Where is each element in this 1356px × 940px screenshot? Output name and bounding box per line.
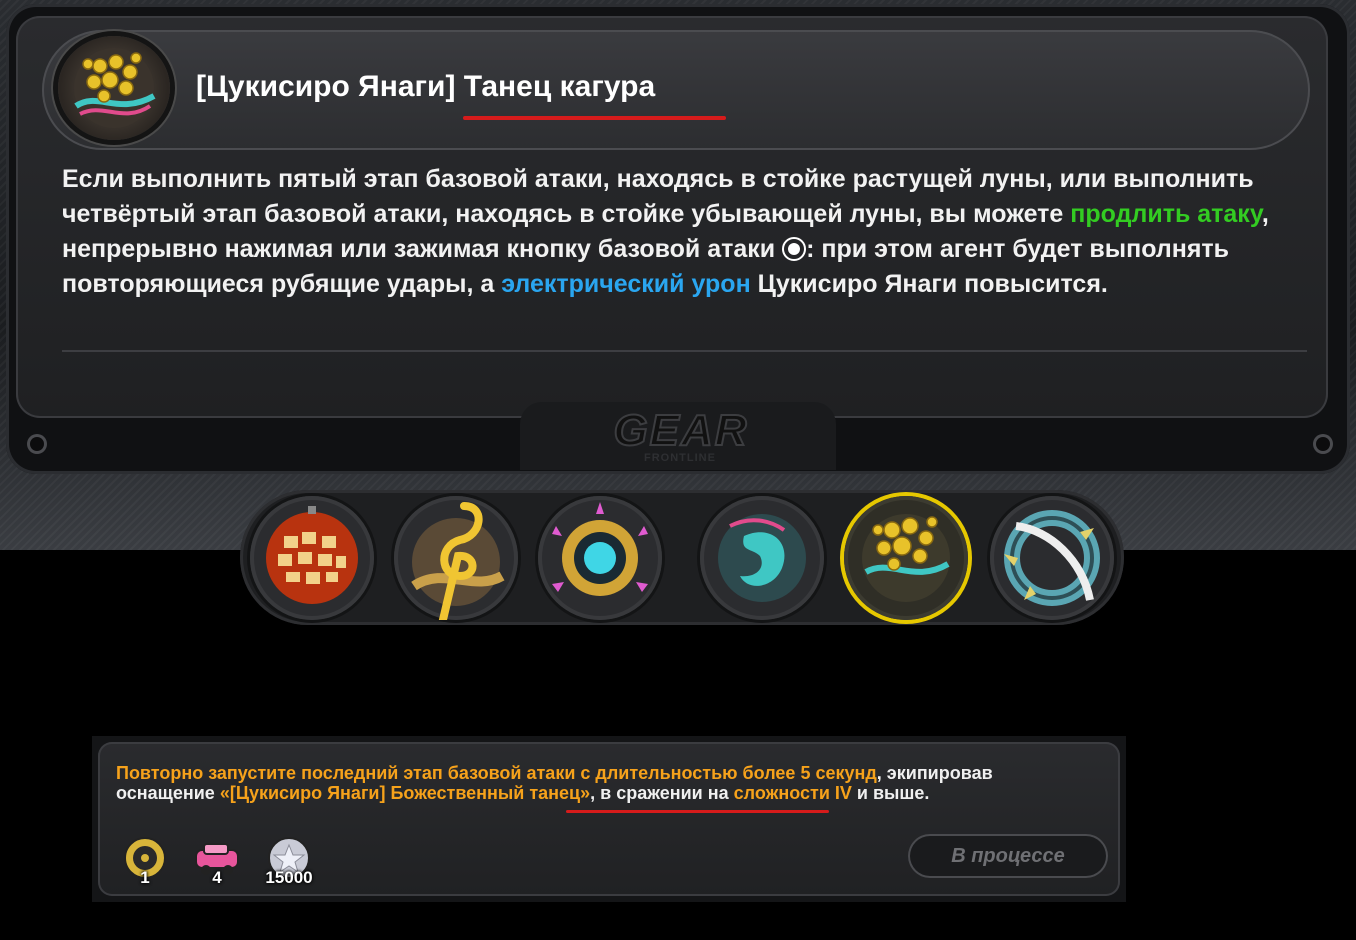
status-label: В процессе bbox=[951, 845, 1065, 867]
gear-logo-sub: FRONTLINE bbox=[644, 452, 716, 464]
golden-ornament-skill-icon bbox=[58, 36, 170, 140]
spiked-ring-icon[interactable] bbox=[990, 496, 1114, 620]
achievement-difficulty: сложности IV bbox=[733, 783, 852, 803]
disco-ball-icon[interactable] bbox=[250, 496, 374, 620]
item-name-underline bbox=[566, 810, 829, 813]
skill-title: [Цукисиро Янаги] Танец кагура bbox=[196, 70, 656, 103]
achievement-text-part: и выше. bbox=[851, 783, 930, 803]
gear-logo: GEAR bbox=[612, 405, 749, 456]
electric-damage-keyword[interactable]: электрический урон bbox=[501, 270, 750, 298]
achievement-item-name: «[Цукисиро Янаги] Божественный танец» bbox=[219, 783, 591, 803]
desc-text: Цукисиро Янаги повысится. bbox=[750, 270, 1108, 298]
achievement-text: Повторно запустите последний этап базово… bbox=[116, 763, 1096, 803]
skill-description: Если выполнить пятый этап базовой атаки,… bbox=[62, 162, 1312, 302]
golden-ornament-icon[interactable] bbox=[844, 496, 968, 620]
treble-clef-icon[interactable] bbox=[394, 496, 518, 620]
screw-icon bbox=[30, 437, 44, 451]
magatama-icon[interactable] bbox=[700, 496, 824, 620]
screw-icon bbox=[1316, 437, 1330, 451]
extend-attack-keyword[interactable]: продлить атаку bbox=[1070, 200, 1262, 228]
reward-count: 15000 bbox=[265, 868, 313, 887]
reward-count: 1 bbox=[140, 868, 150, 887]
star-compass-icon[interactable] bbox=[538, 496, 662, 620]
achievement-goal: Повторно запустите последний этап базово… bbox=[116, 763, 877, 783]
reward-count: 4 bbox=[212, 868, 222, 887]
title-underline bbox=[463, 116, 726, 120]
achievement-text-part: , в сражении на bbox=[590, 783, 734, 803]
divider bbox=[62, 350, 1307, 352]
basic-attack-button-icon bbox=[782, 237, 807, 261]
